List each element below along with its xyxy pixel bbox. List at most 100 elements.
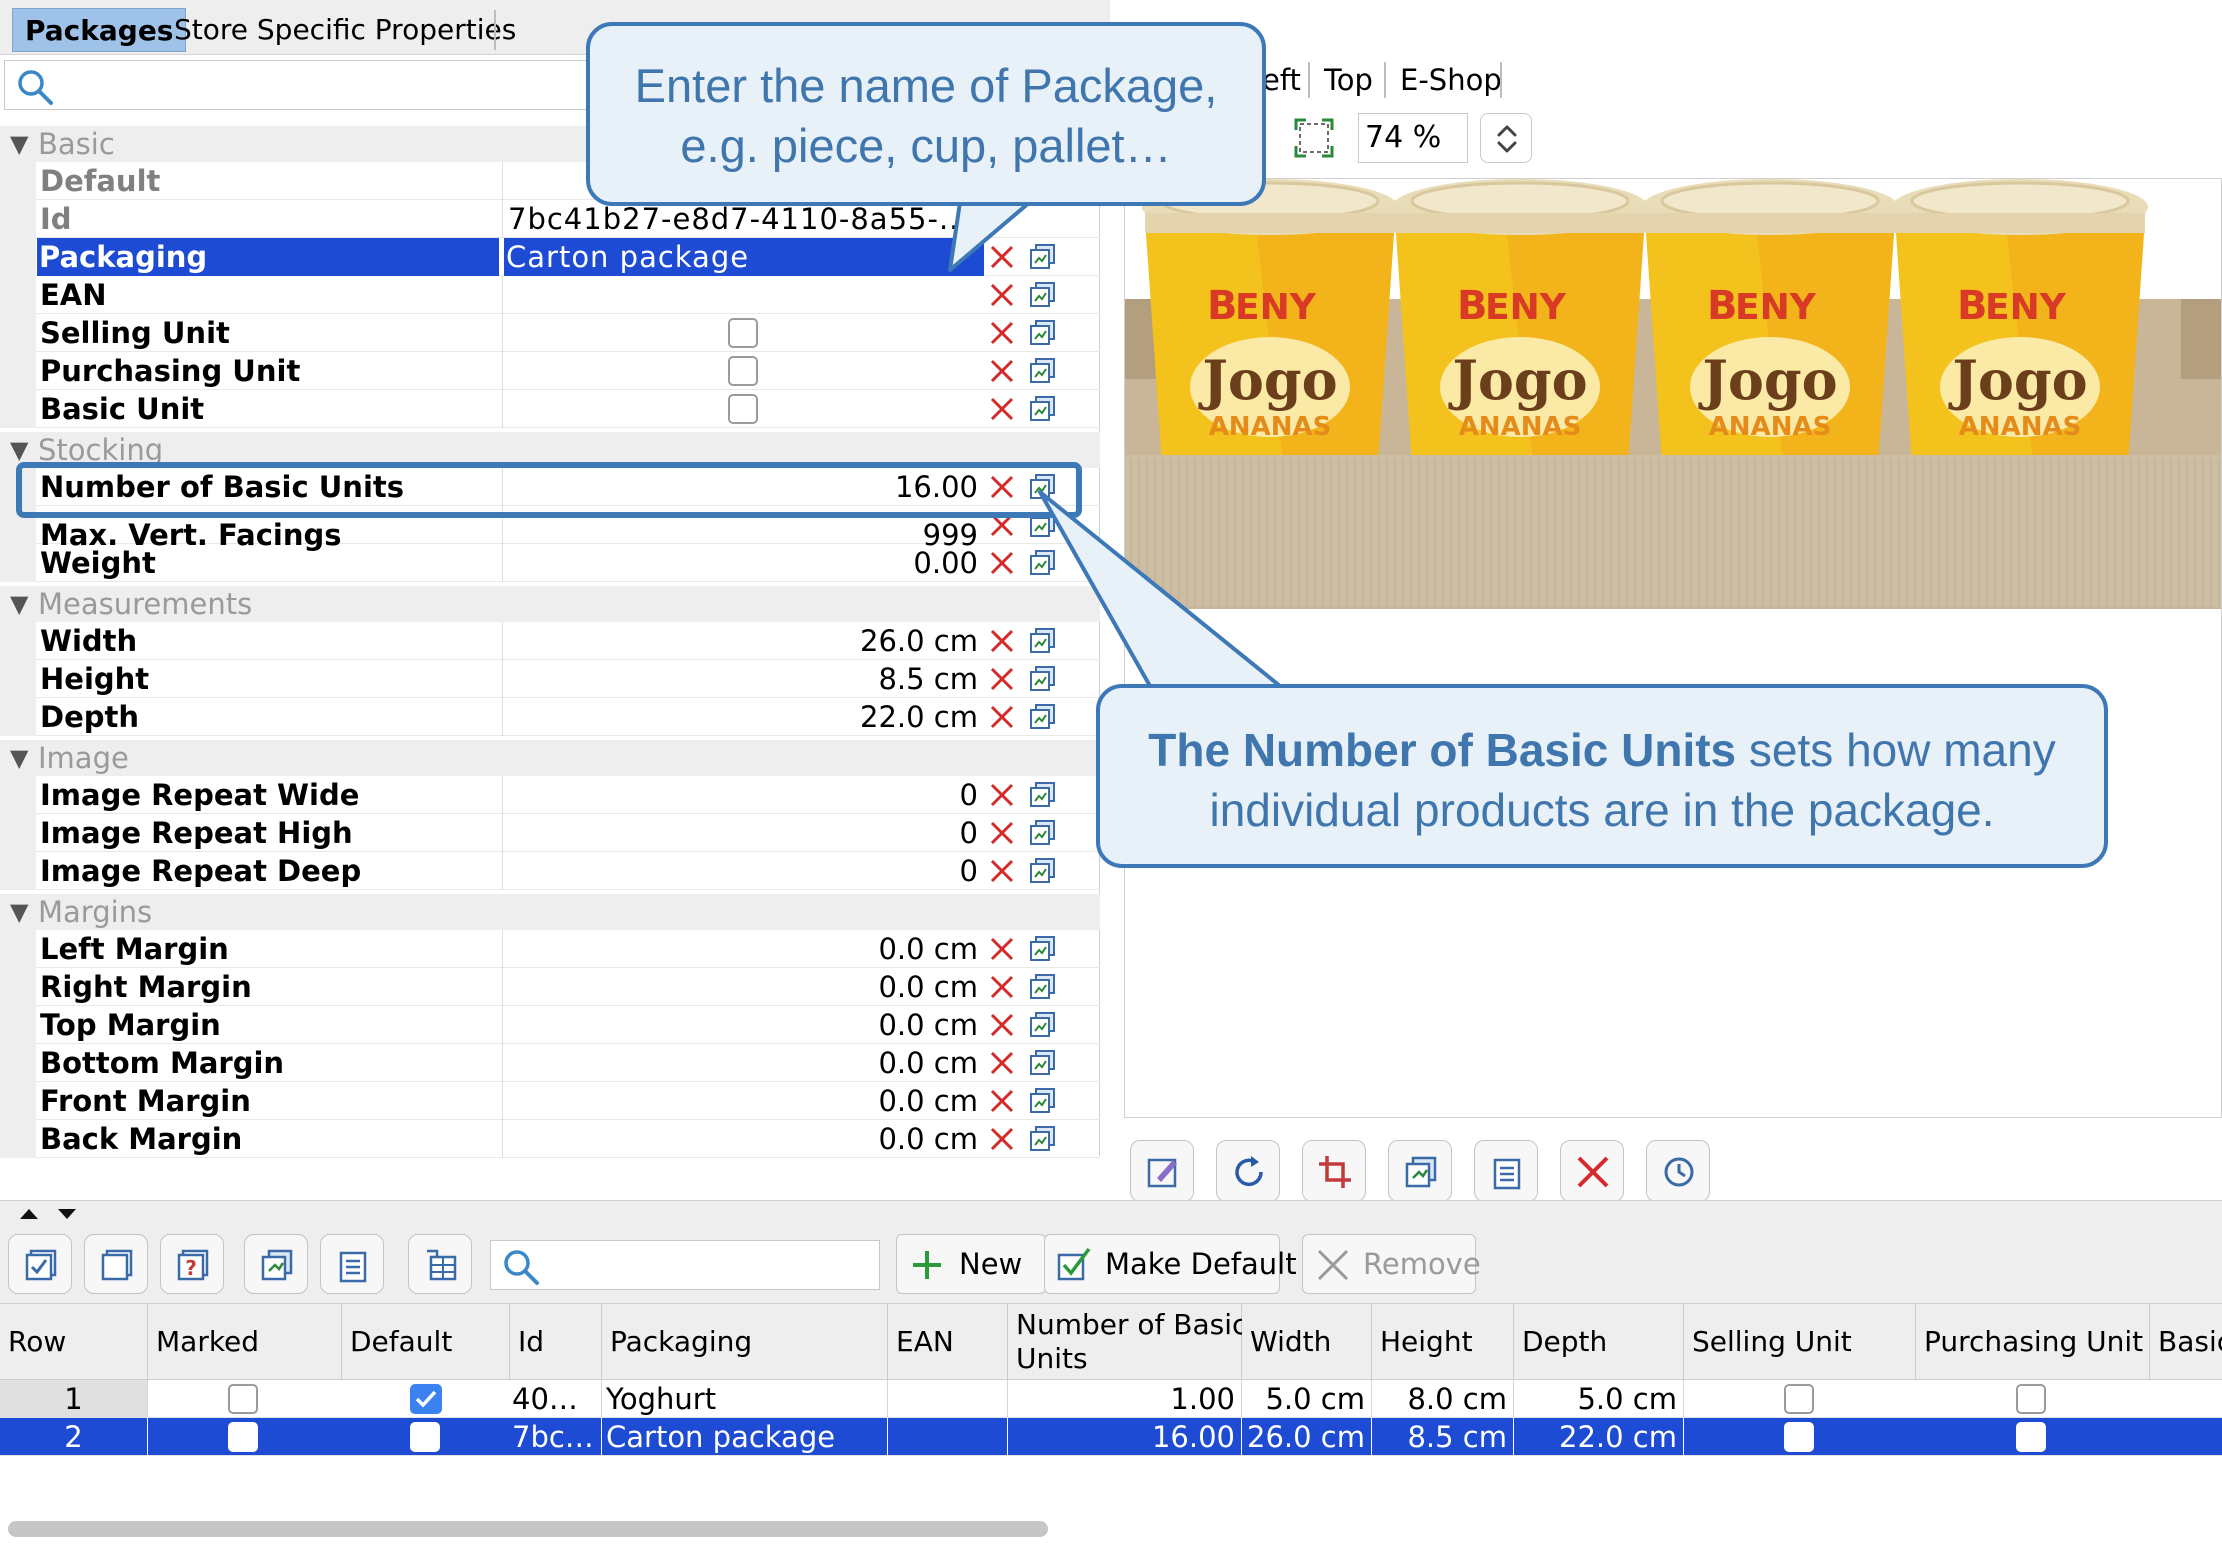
copy-value-icon[interactable] — [1026, 241, 1058, 273]
reset-value-icon[interactable] — [986, 317, 1018, 349]
reset-value-icon[interactable] — [986, 547, 1018, 579]
prop-row-selling-unit[interactable]: Selling Unit — [0, 314, 1100, 352]
prop-row-top-margin[interactable]: Top Margin 0.0 cm — [0, 1006, 1100, 1044]
col-header-depth[interactable]: Depth — [1514, 1304, 1684, 1380]
copy-value-icon[interactable] — [1026, 1123, 1058, 1155]
reset-value-icon[interactable] — [986, 663, 1018, 695]
crop-image-button[interactable] — [1302, 1140, 1366, 1202]
selling-unit-checkbox[interactable] — [1784, 1384, 1814, 1414]
reset-value-icon[interactable] — [986, 933, 1018, 965]
basic-unit-checkbox[interactable] — [728, 394, 758, 424]
weight-input[interactable]: 0.00 — [506, 544, 982, 582]
default-checkbox[interactable] — [410, 1422, 440, 1452]
invert-selection-button[interactable]: ? — [160, 1234, 224, 1294]
make-default-button[interactable]: Make Default — [1044, 1234, 1297, 1294]
new-button[interactable]: New — [896, 1234, 1046, 1294]
image-repeat-wide-input[interactable]: 0 — [506, 776, 982, 814]
image-repeat-high-input[interactable]: 0 — [506, 814, 982, 852]
zoom-input[interactable]: 74 % — [1358, 113, 1468, 163]
edit-image-button[interactable] — [1130, 1140, 1194, 1202]
reset-value-icon[interactable] — [986, 817, 1018, 849]
group-image[interactable]: ▼ Image — [0, 740, 1100, 776]
reset-value-icon[interactable] — [986, 1047, 1018, 1079]
prop-row-packaging[interactable]: Packaging Carton package — [0, 238, 1100, 276]
reset-value-icon[interactable] — [986, 1085, 1018, 1117]
reset-value-icon[interactable] — [986, 855, 1018, 887]
copy-value-icon[interactable] — [1026, 701, 1058, 733]
depth-input[interactable]: 22.0 cm — [506, 698, 982, 736]
list-search-input[interactable] — [490, 1240, 880, 1290]
packaging-input[interactable]: Carton package — [504, 238, 984, 276]
collapse-triangle-icon[interactable]: ▼ — [10, 586, 28, 622]
prop-row-left-margin[interactable]: Left Margin 0.0 cm — [0, 930, 1100, 968]
tab-view-left[interactable]: eft — [1262, 60, 1301, 100]
rotate-image-button[interactable] — [1216, 1140, 1280, 1202]
prop-row-ean[interactable]: EAN — [0, 276, 1100, 314]
tab-packages[interactable]: Packages — [12, 8, 187, 52]
reset-value-icon[interactable] — [986, 241, 1018, 273]
marked-checkbox[interactable] — [228, 1422, 258, 1452]
col-header-number-basic-units[interactable]: Number of Basic Units — [1008, 1304, 1247, 1380]
marked-checkbox[interactable] — [228, 1384, 258, 1414]
group-measurements[interactable]: ▼ Measurements — [0, 586, 1100, 622]
prop-row-image-repeat-deep[interactable]: Image Repeat Deep 0 — [0, 852, 1100, 890]
col-header-selling-unit[interactable]: Selling Unit — [1684, 1304, 1916, 1380]
reset-value-icon[interactable] — [986, 393, 1018, 425]
tab-view-eshop[interactable]: E-Shop — [1400, 60, 1502, 100]
prop-row-basic-unit[interactable]: Basic Unit — [0, 390, 1100, 428]
copy-value-icon[interactable] — [1026, 1085, 1058, 1117]
copy-value-icon[interactable] — [1026, 663, 1058, 695]
copy-value-icon[interactable] — [1026, 1009, 1058, 1041]
col-header-default[interactable]: Default — [342, 1304, 510, 1380]
reset-value-icon[interactable] — [986, 701, 1018, 733]
top-margin-input[interactable]: 0.0 cm — [506, 1006, 982, 1044]
copy-value-icon[interactable] — [1026, 547, 1058, 579]
back-margin-input[interactable]: 0.0 cm — [506, 1120, 982, 1158]
reset-value-icon[interactable] — [986, 355, 1018, 387]
group-margins[interactable]: ▼ Margins — [0, 894, 1100, 930]
copy-value-icon[interactable] — [1026, 625, 1058, 657]
col-header-height[interactable]: Height — [1372, 1304, 1514, 1380]
split-arrows-icon[interactable] — [18, 1205, 78, 1223]
delete-image-button[interactable] — [1560, 1140, 1624, 1202]
copy-value-icon[interactable] — [1026, 1047, 1058, 1079]
copy-value-icon[interactable] — [1026, 855, 1058, 887]
default-checkbox-checked[interactable] — [410, 1384, 442, 1414]
col-header-packaging[interactable]: Packaging — [602, 1304, 888, 1380]
copy-value-icon[interactable] — [1026, 817, 1058, 849]
purchasing-unit-checkbox[interactable] — [2016, 1422, 2046, 1452]
copy-value-icon[interactable] — [1026, 779, 1058, 811]
copy-value-icon[interactable] — [1026, 355, 1058, 387]
prop-row-height[interactable]: Height 8.5 cm — [0, 660, 1100, 698]
deselect-all-button[interactable] — [84, 1234, 148, 1294]
copy-value-icon[interactable] — [1026, 393, 1058, 425]
splitter-bar[interactable] — [0, 1200, 2222, 1226]
select-all-button[interactable] — [8, 1234, 72, 1294]
copy-value-icon[interactable] — [1026, 933, 1058, 965]
history-button[interactable] — [1646, 1140, 1710, 1202]
col-header-basic[interactable]: Basic — [2150, 1304, 2222, 1380]
export-button[interactable] — [408, 1234, 472, 1294]
tab-store-specific-properties[interactable]: Store Specific Properties — [162, 8, 528, 52]
prop-row-purchasing-unit[interactable]: Purchasing Unit — [0, 352, 1100, 390]
col-header-marked[interactable]: Marked — [148, 1304, 342, 1380]
purchasing-unit-checkbox[interactable] — [2016, 1384, 2046, 1414]
prop-row-depth[interactable]: Depth 22.0 cm — [0, 698, 1100, 736]
right-margin-input[interactable]: 0.0 cm — [506, 968, 982, 1006]
reset-value-icon[interactable] — [986, 1009, 1018, 1041]
copy-value-icon[interactable] — [1026, 971, 1058, 1003]
reset-value-icon[interactable] — [986, 971, 1018, 1003]
bottom-margin-input[interactable]: 0.0 cm — [506, 1044, 982, 1082]
selling-unit-checkbox[interactable] — [728, 318, 758, 348]
col-header-width[interactable]: Width — [1242, 1304, 1372, 1380]
collapse-triangle-icon[interactable]: ▼ — [10, 894, 28, 930]
reset-value-icon[interactable] — [986, 279, 1018, 311]
prop-row-back-margin[interactable]: Back Margin 0.0 cm — [0, 1120, 1100, 1158]
selling-unit-checkbox[interactable] — [1784, 1422, 1814, 1452]
table-row-selected[interactable]: 2 7bc… Carton package 16.00 26.0 cm 8.5 … — [0, 1418, 2222, 1456]
col-header-row[interactable]: Row — [0, 1304, 148, 1380]
prop-row-bottom-margin[interactable]: Bottom Margin 0.0 cm — [0, 1044, 1100, 1082]
prop-row-right-margin[interactable]: Right Margin 0.0 cm — [0, 968, 1100, 1006]
prop-row-image-repeat-high[interactable]: Image Repeat High 0 — [0, 814, 1100, 852]
table-row[interactable]: 1 40… Yoghurt 1.00 5.0 cm 8.0 cm 5.0 cm — [0, 1380, 2222, 1418]
